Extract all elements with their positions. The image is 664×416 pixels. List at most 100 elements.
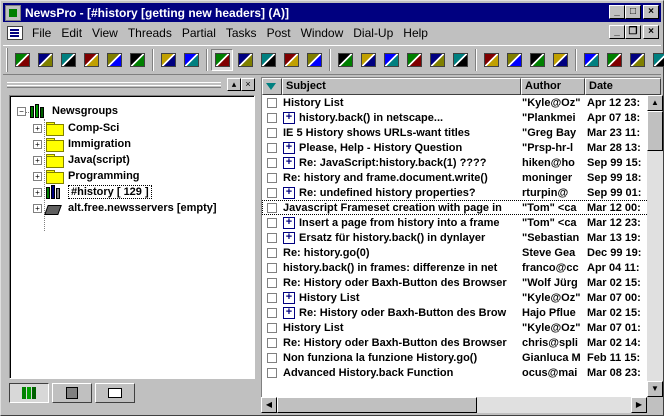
message-row[interactable]: + Insert a page from history into a frame… — [262, 215, 661, 230]
message-row[interactable]: History List "Kyle@Oz" Mar 07 01: — [262, 320, 661, 335]
expand-icon[interactable]: + — [33, 139, 42, 149]
vertical-scrollbar[interactable]: ▲ ▼ — [647, 95, 663, 397]
pane-close-button[interactable]: × — [241, 78, 255, 91]
menu-post[interactable]: Post — [262, 26, 296, 40]
mark-checkbox[interactable] — [267, 277, 277, 288]
message-row[interactable]: history.back() in frames: differenze in … — [262, 260, 661, 275]
layout-button[interactable] — [603, 49, 625, 71]
message-row[interactable]: Re: History oder Baxh-Button des Browser… — [262, 335, 661, 350]
mark-checkbox[interactable] — [267, 217, 277, 228]
message-row[interactable]: + Ersatz für history.back() in dynlayer "S… — [262, 230, 661, 245]
get-headers-button[interactable] — [57, 49, 79, 71]
message-row[interactable]: IE 5 History shows URLs-want titles "Greg… — [262, 125, 661, 140]
open-book-button[interactable] — [80, 49, 102, 71]
menu-window[interactable]: Window — [296, 26, 349, 40]
find-button[interactable] — [357, 49, 379, 71]
menu-view[interactable]: View — [87, 26, 123, 40]
vertical-scroll-thumb[interactable] — [647, 111, 663, 151]
expand-thread-icon[interactable]: + — [283, 306, 295, 319]
mdi-restore-button[interactable]: ❐ — [625, 25, 641, 39]
post-button[interactable] — [549, 49, 571, 71]
menu-partial[interactable]: Partial — [177, 26, 221, 40]
mark-checkbox[interactable] — [267, 307, 277, 318]
tree-item-comp-sci[interactable]: + Comp-Sci — [33, 120, 119, 136]
message-row[interactable]: Non funziona la funzione History.go() Gia… — [262, 350, 661, 365]
mark-checkbox[interactable] — [267, 262, 277, 273]
filter-view-button[interactable] — [380, 49, 402, 71]
filter-button[interactable] — [303, 49, 325, 71]
mail-button[interactable] — [480, 49, 502, 71]
mark-checkbox[interactable] — [267, 97, 277, 108]
expand-icon[interactable]: + — [33, 187, 42, 197]
expand-icon[interactable]: + — [33, 155, 42, 165]
new-folder-button[interactable] — [157, 49, 179, 71]
column-header-subject[interactable]: Subject — [282, 78, 521, 95]
expand-thread-icon[interactable]: + — [283, 111, 295, 124]
mark-checkbox[interactable] — [267, 172, 277, 183]
maximize-button[interactable]: □ — [625, 5, 641, 19]
message-row[interactable]: Re: history and frame.document.write() mo… — [262, 170, 661, 185]
minimize-button[interactable]: _ — [609, 5, 625, 19]
expand-thread-icon[interactable]: + — [283, 141, 295, 154]
menu-file[interactable]: File — [27, 26, 56, 40]
message-row[interactable]: Advanced History.back Function ocus@mai Ma… — [262, 365, 661, 380]
message-row[interactable]: + history.back() in netscape... "Plankmei A… — [262, 110, 661, 125]
catalog-button[interactable] — [103, 49, 125, 71]
tree-button[interactable] — [234, 49, 256, 71]
scroll-down-button[interactable]: ▼ — [647, 381, 663, 397]
newspro-app-icon[interactable] — [5, 4, 21, 21]
collapse-icon[interactable]: − — [17, 106, 26, 116]
title-bar[interactable]: NewsPro - [#history [getting new headers… — [3, 3, 661, 22]
message-row[interactable]: + History List "Kyle@Oz" Mar 07 00: — [262, 290, 661, 305]
mark-checkbox[interactable] — [267, 127, 277, 138]
scroll-left-button[interactable]: ◀ — [261, 397, 277, 413]
mark-checkbox[interactable] — [267, 367, 277, 378]
expand-thread-icon[interactable]: + — [283, 186, 295, 199]
message-row[interactable]: + Re: History oder Baxh-Button des Brow Ha… — [262, 305, 661, 320]
menu-tasks[interactable]: Tasks — [221, 26, 262, 40]
library-button[interactable] — [426, 49, 448, 71]
menu-edit[interactable]: Edit — [56, 26, 87, 40]
message-row[interactable]: Javascript Frameset creation with page i… — [262, 200, 661, 215]
mark-checkbox[interactable] — [267, 232, 277, 243]
menu-help[interactable]: Help — [398, 26, 433, 40]
mark-checkbox[interactable] — [267, 322, 277, 333]
window-button[interactable] — [626, 49, 648, 71]
mark-checkbox[interactable] — [267, 142, 277, 153]
expand-icon[interactable]: + — [33, 171, 42, 181]
mark-checkbox[interactable] — [267, 202, 277, 213]
mark-checkbox[interactable] — [267, 352, 277, 363]
tasks-button[interactable] — [257, 49, 279, 71]
horizontal-scroll-thumb[interactable] — [277, 397, 477, 413]
connect-button[interactable] — [11, 49, 33, 71]
tree-item-programming[interactable]: + Programming — [33, 168, 140, 184]
tab-newsgroups[interactable] — [9, 383, 49, 403]
tab-folders[interactable] — [95, 383, 135, 403]
mdi-close-button[interactable]: × — [643, 25, 659, 39]
message-row[interactable]: + Re: undefined history properties? rturpi… — [262, 185, 661, 200]
scroll-right-button[interactable]: ▶ — [631, 397, 647, 413]
horizontal-scrollbar[interactable]: ◀ ▶ — [261, 397, 647, 413]
tree-root[interactable]: − Newsgroups — [17, 103, 118, 119]
save-button[interactable] — [503, 49, 525, 71]
close-button[interactable]: × — [643, 5, 659, 19]
mark-checkbox[interactable] — [267, 247, 277, 258]
mark-checkbox[interactable] — [267, 187, 277, 198]
document-icon[interactable] — [7, 25, 23, 40]
tree-item-javascript[interactable]: + Java(script) — [33, 152, 130, 168]
menu-threads[interactable]: Threads — [123, 26, 177, 40]
search-book-button[interactable] — [126, 49, 148, 71]
menu-dial-up[interactable]: Dial-Up — [348, 26, 398, 40]
scroll-up-button[interactable]: ▲ — [647, 95, 663, 111]
column-header-date[interactable]: Date — [585, 78, 661, 95]
expand-thread-icon[interactable]: + — [283, 231, 295, 244]
disconnect-button[interactable] — [34, 49, 56, 71]
toolbar-grip[interactable] — [6, 48, 8, 72]
outbox-button[interactable] — [526, 49, 548, 71]
message-row[interactable]: + Re: JavaScript:history.back(1) ???? hike… — [262, 155, 661, 170]
expand-thread-icon[interactable]: + — [283, 156, 295, 169]
delete-folder-button[interactable] — [180, 49, 202, 71]
pane-grip[interactable] — [7, 82, 221, 88]
tree-item-history[interactable]: + #history [ 129 ] — [33, 184, 152, 200]
threads-button[interactable] — [211, 49, 233, 71]
